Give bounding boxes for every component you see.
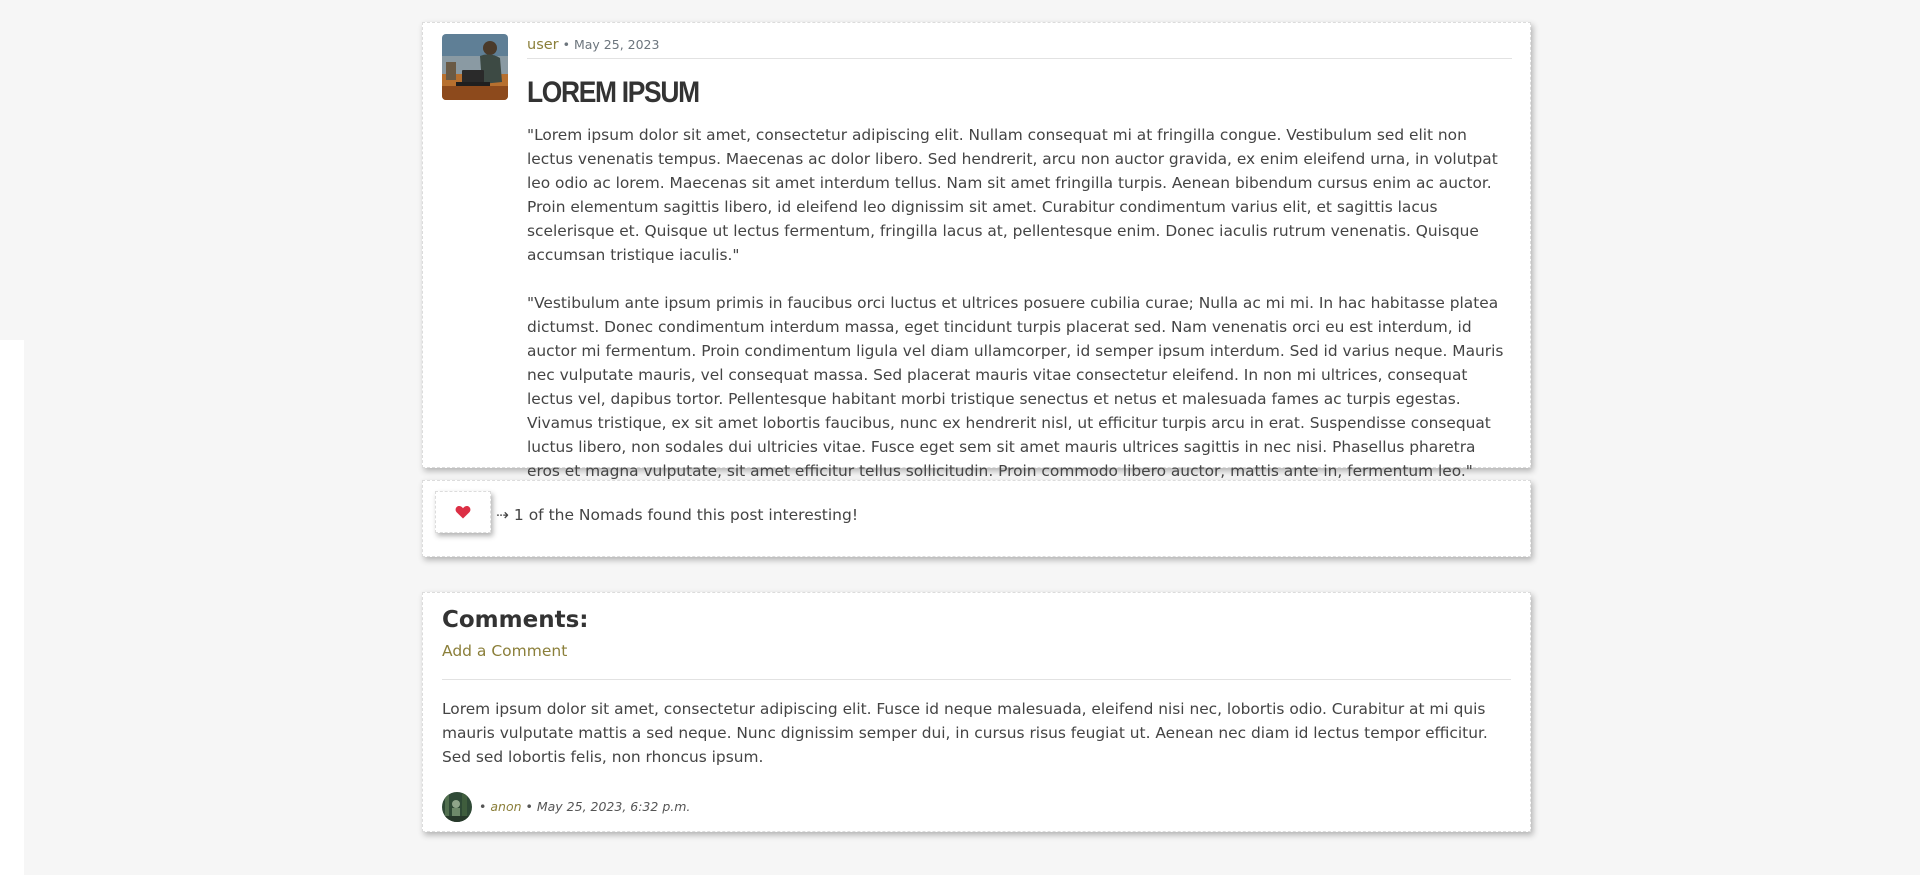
post-paragraph: "Lorem ipsum dolor sit amet, consectetur… xyxy=(527,126,1498,264)
post-title: LOREM IPSUM xyxy=(527,76,700,109)
comment-author-link[interactable]: anon xyxy=(490,799,521,814)
post-paragraph: "Vestibulum ante ipsum primis in faucibu… xyxy=(527,294,1504,480)
page-edge-strip xyxy=(0,340,24,875)
commenter-avatar[interactable] xyxy=(442,792,472,822)
heart-icon xyxy=(455,505,471,519)
like-count-text: ⇢ 1 of the Nomads found this post intere… xyxy=(496,506,859,524)
post-meta: user • May 25, 2023 xyxy=(527,34,1512,59)
like-card: ⇢ 1 of the Nomads found this post intere… xyxy=(422,480,1531,557)
divider xyxy=(442,679,1511,680)
post-author-link[interactable]: user xyxy=(527,37,559,53)
meta-separator: • xyxy=(562,37,570,52)
like-button[interactable] xyxy=(435,491,491,533)
comments-heading: Comments: xyxy=(442,607,589,633)
comment-meta: • anon • May 25, 2023, 6:32 p.m. xyxy=(479,798,690,816)
comments-card: Comments: Add a Comment Lorem ipsum dolo… xyxy=(422,592,1531,832)
post-content: user • May 25, 2023 LOREM IPSUM "Lorem i… xyxy=(527,34,1512,507)
author-avatar[interactable] xyxy=(442,34,508,100)
comment-meta-prefix: • xyxy=(479,799,487,814)
comment-text: Lorem ipsum dolor sit amet, consectetur … xyxy=(442,700,1488,766)
post-body: "Lorem ipsum dolor sit amet, consectetur… xyxy=(527,123,1512,483)
add-comment-link[interactable]: Add a Comment xyxy=(442,641,567,661)
comment-datetime: • May 25, 2023, 6:32 p.m. xyxy=(525,799,691,814)
post-date: May 25, 2023 xyxy=(573,37,660,52)
post-card: user • May 25, 2023 LOREM IPSUM "Lorem i… xyxy=(422,22,1531,480)
